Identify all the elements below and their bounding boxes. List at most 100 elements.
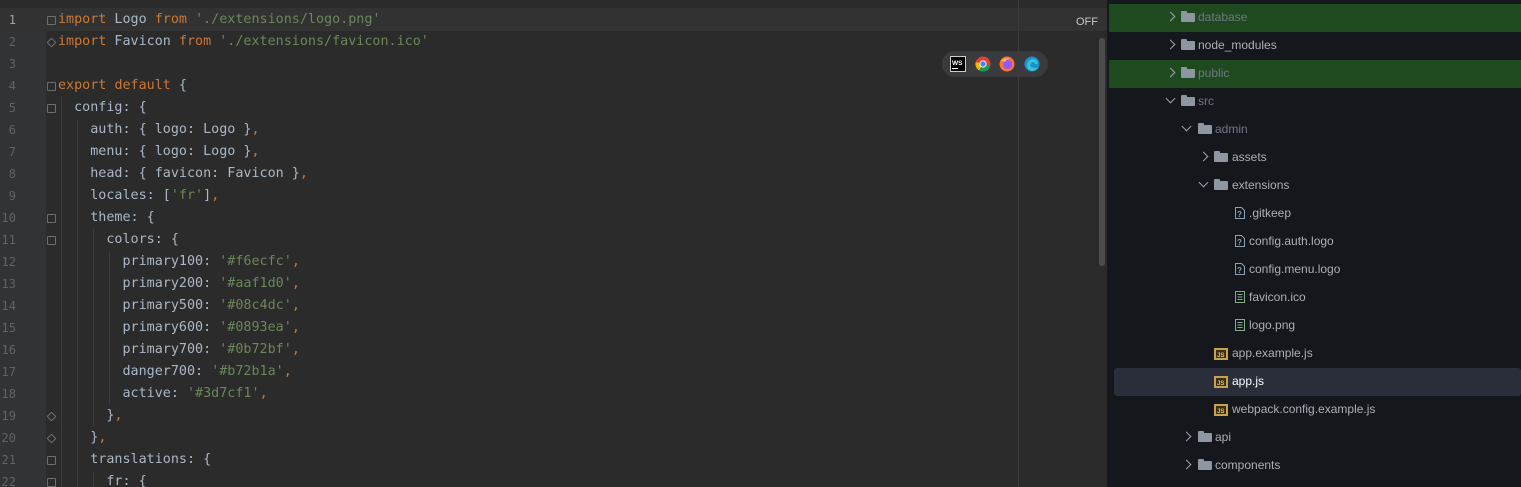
fold-marker-icon[interactable]	[46, 37, 57, 48]
code-token: ,	[299, 166, 308, 181]
fold-marker-icon[interactable]	[47, 82, 56, 91]
code-line[interactable]: 10 theme: {	[0, 207, 1107, 229]
tree-item-components[interactable]: components	[1107, 452, 1521, 480]
code-text[interactable]: },	[58, 427, 106, 449]
folder-icon	[1181, 39, 1195, 50]
chevron-right-icon[interactable]	[1181, 431, 1192, 442]
code-line[interactable]: 17 danger700: '#b72b1a',	[0, 361, 1107, 383]
code-text[interactable]: import Favicon from './extensions/favico…	[58, 31, 429, 53]
code-text[interactable]: colors: {	[58, 229, 179, 251]
chevron-down-icon[interactable]	[1165, 93, 1176, 104]
fold-marker-icon[interactable]	[47, 236, 56, 245]
tree-item-logo-png[interactable]: logo.png	[1107, 312, 1521, 340]
fold-marker-icon[interactable]	[47, 478, 56, 487]
code-editor[interactable]: 1 import Logo from './extensions/logo.png…	[0, 0, 1107, 487]
tree-item-assets[interactable]: assets	[1107, 144, 1521, 172]
code-line[interactable]: 8 head: { favicon: Favicon },	[0, 163, 1107, 185]
code-line[interactable]: 20 },	[0, 427, 1107, 449]
vertical-scrollbar[interactable]	[1099, 38, 1105, 266]
code-text[interactable]: import Logo from './extensions/logo.png'	[58, 9, 381, 31]
tree-item-config-menu-logo[interactable]: ? config.menu.logo	[1107, 256, 1521, 284]
tree-item-favicon-ico[interactable]: favicon.ico	[1107, 284, 1521, 312]
code-text[interactable]: head: { favicon: Favicon },	[58, 163, 308, 185]
code-line[interactable]: 15 primary600: '#0893ea',	[0, 317, 1107, 339]
fold-marker-icon[interactable]	[47, 104, 56, 113]
code-text[interactable]: primary700: '#0b72bf',	[58, 339, 299, 361]
code-text[interactable]: },	[58, 405, 122, 427]
firefox-icon[interactable]	[999, 56, 1015, 72]
code-text[interactable]: active: '#3d7cf1',	[58, 383, 267, 405]
string-token: '#0893ea'	[219, 320, 292, 335]
code-token: ,	[283, 364, 292, 379]
code-line[interactable]: 12 primary100: '#f6ecfc',	[0, 251, 1107, 273]
code-line[interactable]: 19 },	[0, 405, 1107, 427]
edge-icon[interactable]	[1024, 56, 1040, 72]
chevron-right-icon[interactable]	[1165, 11, 1176, 22]
chevron-down-icon[interactable]	[1198, 177, 1209, 188]
code-line[interactable]: 2 import Favicon from './extensions/favic…	[0, 31, 1107, 53]
tree-item-extensions[interactable]: extensions	[1107, 172, 1521, 200]
tree-item-gitkeep[interactable]: ? .gitkeep	[1107, 200, 1521, 228]
code-line[interactable]: 16 primary700: '#0b72bf',	[0, 339, 1107, 361]
code-line[interactable]: 4 export default {	[0, 75, 1107, 97]
fold-marker-icon[interactable]	[46, 433, 57, 444]
code-text[interactable]: primary600: '#0893ea',	[58, 317, 299, 339]
code-line[interactable]: 18 active: '#3d7cf1',	[0, 383, 1107, 405]
code-token: active:	[58, 386, 187, 401]
code-line[interactable]: 22 fr: {	[0, 471, 1107, 487]
chevron-down-icon[interactable]	[1181, 121, 1192, 132]
code-text[interactable]: auth: { logo: Logo },	[58, 119, 259, 141]
tree-item-database[interactable]: database	[1109, 4, 1521, 32]
webstorm-icon[interactable]: WS	[950, 56, 967, 72]
code-text[interactable]: locales: ['fr'],	[58, 185, 219, 207]
code-line[interactable]: 11 colors: {	[0, 229, 1107, 251]
code-line[interactable]: 9 locales: ['fr'],	[0, 185, 1107, 207]
chevron-right-icon[interactable]	[1181, 459, 1192, 470]
code-lines[interactable]: 1 import Logo from './extensions/logo.png…	[0, 9, 1107, 487]
folder-icon	[1198, 431, 1212, 442]
code-line[interactable]: 7 menu: { logo: Logo },	[0, 141, 1107, 163]
fold-marker-icon[interactable]	[46, 411, 57, 422]
chevron-right-icon[interactable]	[1198, 151, 1209, 162]
code-text[interactable]: config: {	[58, 97, 147, 119]
code-line[interactable]: 1 import Logo from './extensions/logo.png…	[0, 9, 1107, 31]
code-line[interactable]: 21 translations: {	[0, 449, 1107, 471]
code-text[interactable]: primary100: '#f6ecfc',	[58, 251, 299, 273]
chevron-right-icon[interactable]	[1165, 67, 1176, 78]
tree-item-config-auth-logo[interactable]: ? config.auth.logo	[1107, 228, 1521, 256]
line-number: 13	[1, 277, 16, 291]
chevron-right-icon[interactable]	[1165, 39, 1176, 50]
code-line[interactable]: 5 config: {	[0, 97, 1107, 119]
string-token: '#0b72bf'	[219, 342, 292, 357]
code-text[interactable]: theme: {	[58, 207, 155, 229]
tree-item-src[interactable]: src	[1107, 88, 1521, 116]
folder-icon	[1181, 67, 1195, 78]
code-token: ,	[211, 188, 220, 203]
code-line[interactable]: 3	[0, 53, 1107, 75]
tree-item-public[interactable]: public	[1109, 60, 1521, 88]
code-token: ,	[251, 144, 260, 159]
code-line[interactable]: 6 auth: { logo: Logo },	[0, 119, 1107, 141]
tree-item-admin[interactable]: admin	[1107, 116, 1521, 144]
image-file-icon	[1235, 291, 1245, 303]
tree-item-webpack-config-example-js[interactable]: JS webpack.config.example.js	[1107, 396, 1521, 424]
tree-item-node-modules[interactable]: node_modules	[1107, 32, 1521, 60]
code-text[interactable]: translations: {	[58, 449, 211, 471]
code-line[interactable]: 13 primary200: '#aaf1d0',	[0, 273, 1107, 295]
code-text[interactable]: menu: { logo: Logo },	[58, 141, 260, 163]
fold-marker-icon[interactable]	[47, 16, 56, 25]
tree-item-api[interactable]: api	[1107, 424, 1521, 452]
tree-item-app-js[interactable]: JS app.js	[1114, 368, 1521, 396]
code-text[interactable]: primary200: '#aaf1d0',	[58, 273, 299, 295]
fold-marker-icon[interactable]	[47, 214, 56, 223]
chrome-icon[interactable]	[975, 56, 991, 72]
code-line[interactable]: 14 primary500: '#08c4dc',	[0, 295, 1107, 317]
code-text[interactable]: fr: {	[58, 471, 146, 487]
tree-item-app-example-js[interactable]: JS app.example.js	[1107, 340, 1521, 368]
code-text[interactable]: primary500: '#08c4dc',	[58, 295, 299, 317]
fold-marker-icon[interactable]	[47, 456, 56, 465]
code-text[interactable]: export default {	[58, 75, 187, 97]
inspection-toggle-off[interactable]: OFF	[1076, 16, 1098, 28]
code-text[interactable]: danger700: '#b72b1a',	[58, 361, 292, 383]
project-file-tree[interactable]: database node_modules public src admin assets…	[1107, 0, 1521, 487]
